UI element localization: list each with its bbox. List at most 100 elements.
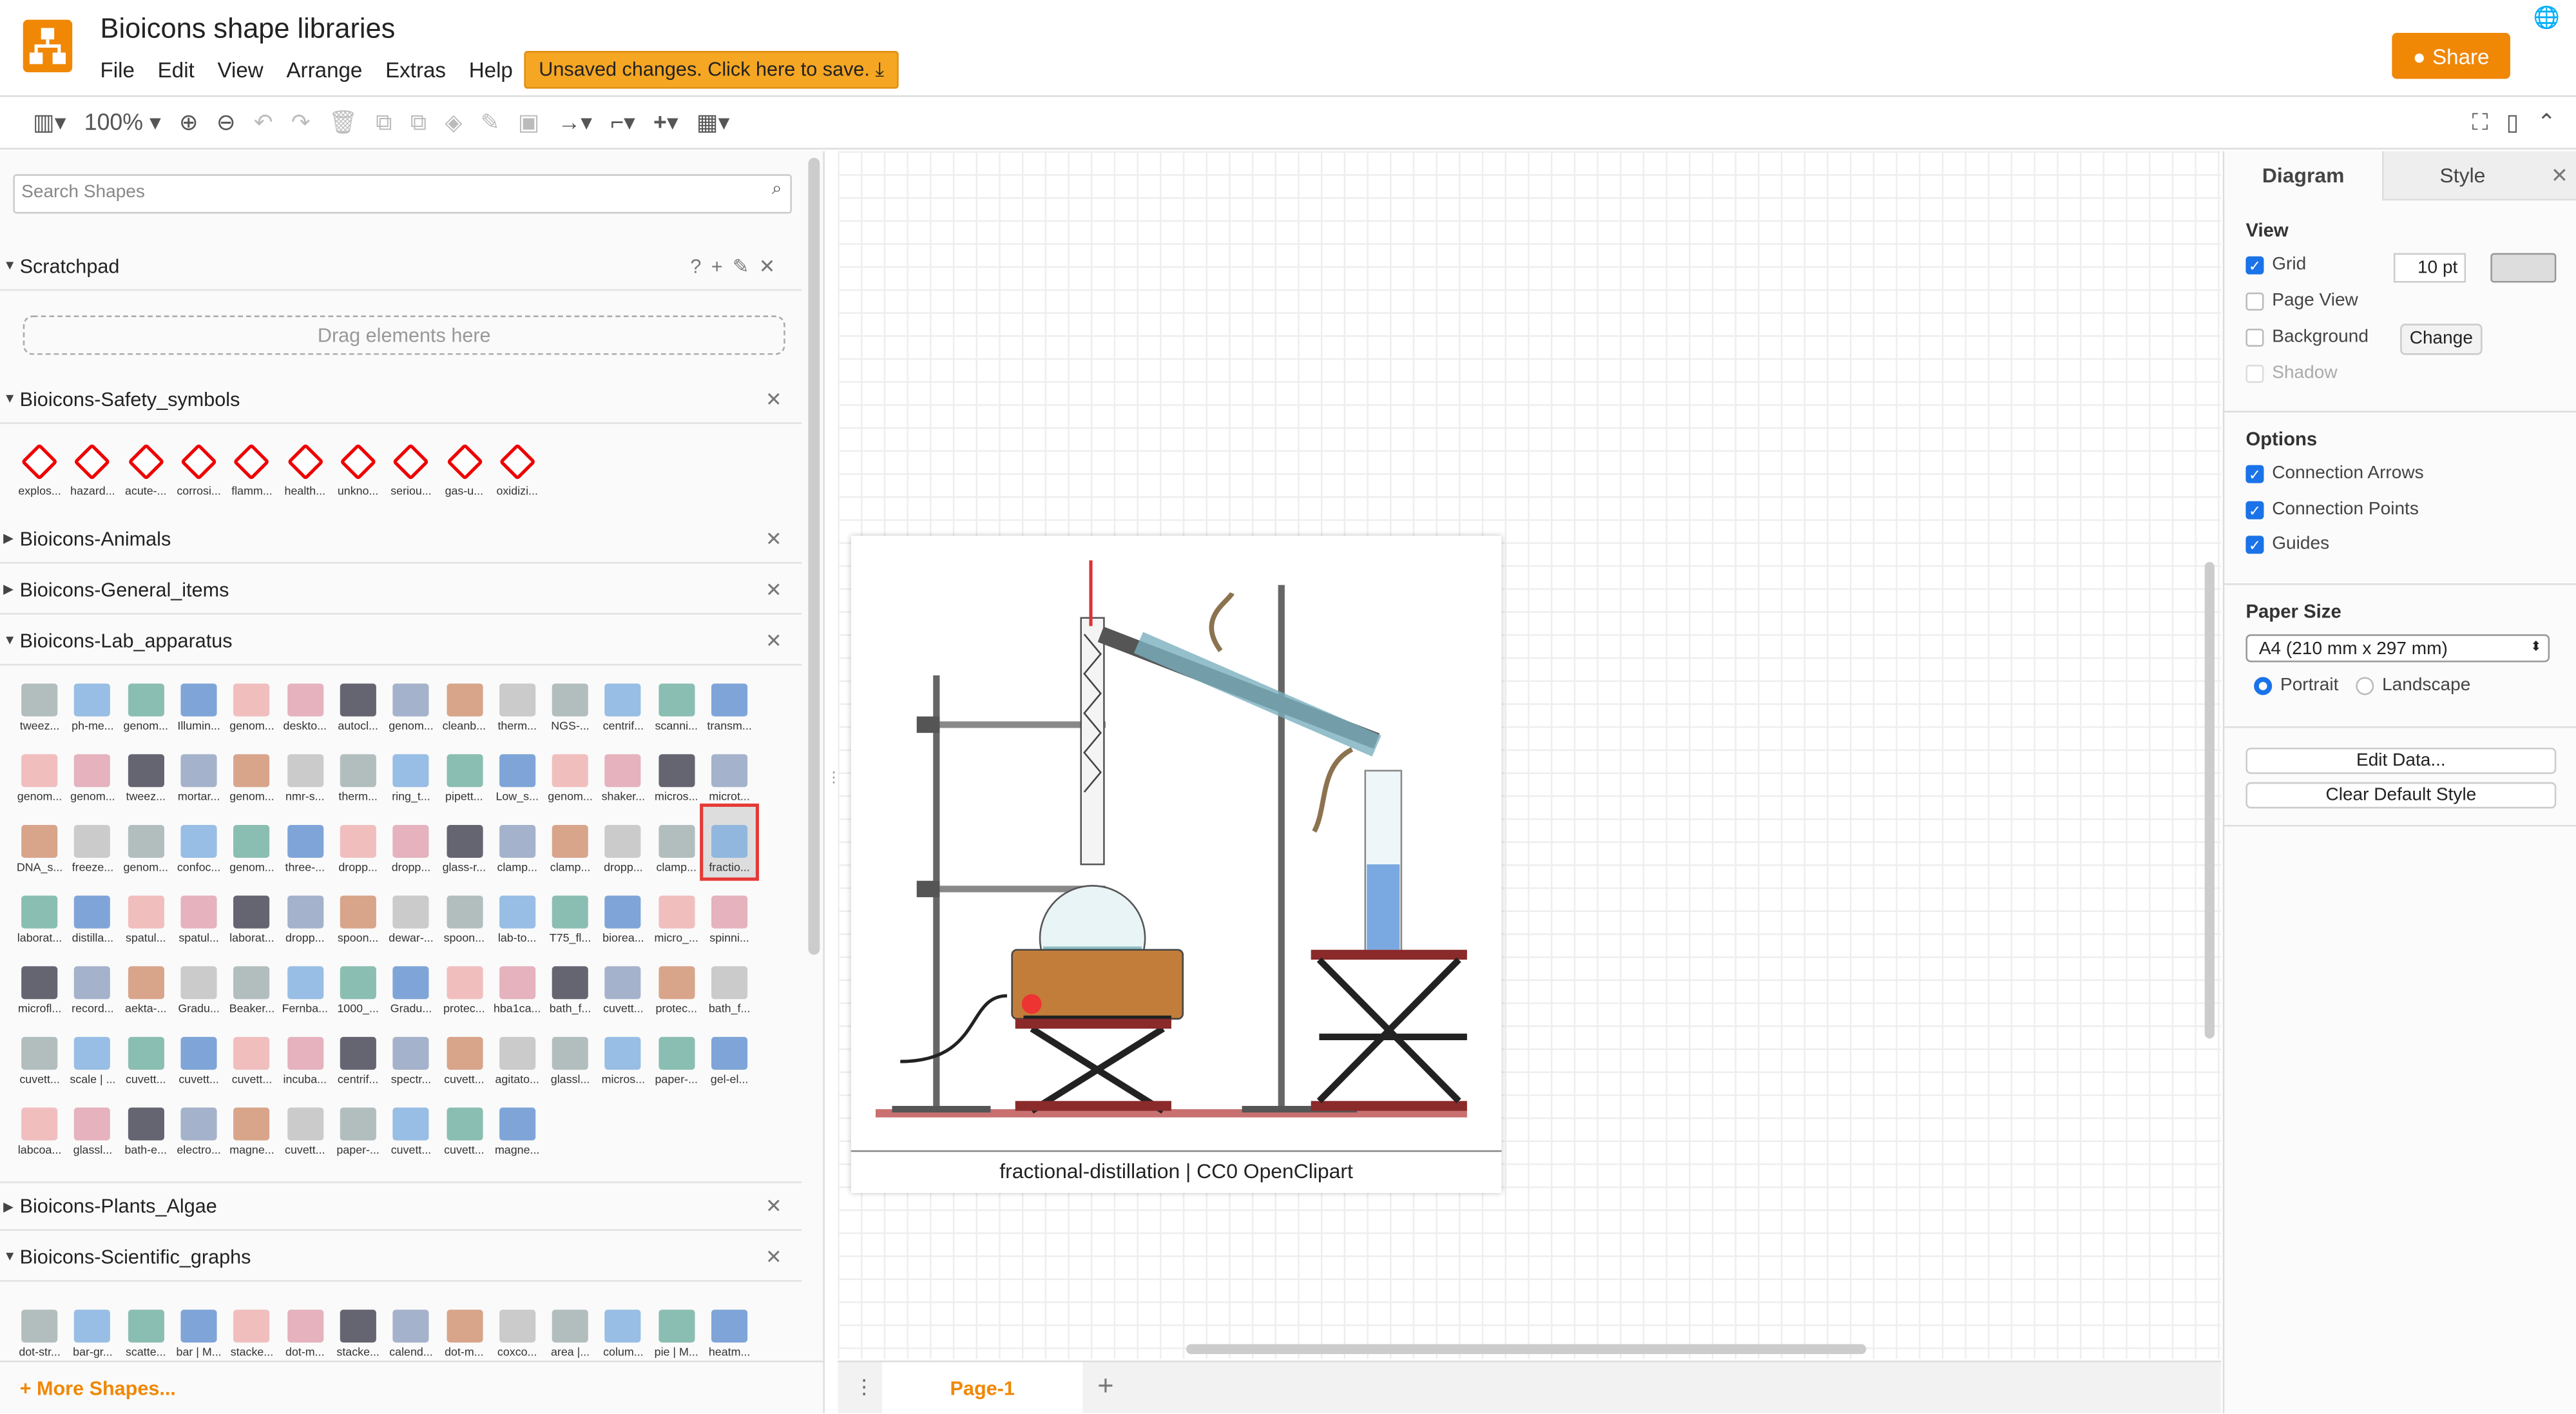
shape-item[interactable]: nmr-s... bbox=[278, 736, 331, 807]
shape-item[interactable]: spoon... bbox=[437, 878, 490, 949]
shape-item[interactable]: record... bbox=[66, 948, 119, 1019]
undo-icon[interactable]: ↶ bbox=[254, 108, 273, 136]
shape-item[interactable]: clamp... bbox=[650, 807, 703, 878]
shape-item[interactable]: 1000_... bbox=[331, 948, 384, 1019]
shape-item[interactable]: clamp... bbox=[491, 807, 544, 878]
to-back-icon[interactable]: ⧉ bbox=[410, 108, 427, 136]
menu-extras[interactable]: Extras bbox=[385, 57, 446, 82]
edit-data-button[interactable]: Edit Data... bbox=[2245, 748, 2557, 774]
shape-item[interactable]: glassl... bbox=[544, 1019, 597, 1090]
shape-item[interactable]: unkno... bbox=[331, 431, 384, 501]
shape-item[interactable]: stacke... bbox=[331, 1292, 384, 1362]
shape-item[interactable]: transm... bbox=[703, 666, 756, 737]
shape-item[interactable]: labcoa... bbox=[13, 1089, 66, 1160]
format-panel-icon[interactable]: ▯ bbox=[2506, 108, 2519, 136]
shape-item[interactable]: cuvett... bbox=[597, 948, 649, 1019]
close-icon[interactable]: ✕ bbox=[765, 387, 782, 410]
shape-item[interactable]: dropp... bbox=[331, 807, 384, 878]
shape-item[interactable]: cuvett... bbox=[119, 1019, 172, 1090]
more-shapes-button[interactable]: + More Shapes... bbox=[0, 1361, 823, 1413]
shadow-icon[interactable]: ▣ bbox=[518, 108, 540, 136]
shape-item[interactable]: tweez... bbox=[119, 736, 172, 807]
delete-icon[interactable]: 🗑 bbox=[329, 108, 358, 136]
search-shapes-input[interactable]: Search Shapes ⌕ bbox=[13, 174, 792, 214]
shape-caption[interactable]: fractional-distillation | CC0 OpenClipar… bbox=[851, 1150, 1502, 1193]
shape-item[interactable]: lab-to... bbox=[491, 878, 544, 949]
grid-checkbox[interactable]: ✓ Grid bbox=[2245, 255, 2306, 275]
shape-item[interactable]: protec... bbox=[437, 948, 490, 1019]
insert-icon[interactable]: +▾ bbox=[653, 108, 678, 136]
shape-item[interactable]: aekta-... bbox=[119, 948, 172, 1019]
shape-item[interactable]: bath_f... bbox=[544, 948, 597, 1019]
shape-item[interactable]: hba1ca... bbox=[491, 948, 544, 1019]
section-general-items[interactable]: ▶ Bioicons-General_items ✕ bbox=[0, 565, 802, 615]
shape-item[interactable]: laborat... bbox=[226, 878, 278, 949]
connection-points-checkbox[interactable]: ✓ Connection Points bbox=[2245, 499, 2419, 519]
tab-style[interactable]: Style bbox=[2382, 151, 2542, 201]
shape-item[interactable]: electro... bbox=[172, 1089, 225, 1160]
shape-item[interactable]: protec... bbox=[650, 948, 703, 1019]
shape-item[interactable]: magne... bbox=[491, 1089, 544, 1160]
shape-item[interactable]: genom... bbox=[119, 807, 172, 878]
search-icon[interactable]: ⌕ bbox=[772, 179, 782, 200]
shape-item[interactable]: agitato... bbox=[491, 1019, 544, 1090]
globe-icon[interactable]: 🌐 bbox=[2533, 5, 2560, 32]
guides-checkbox[interactable]: ✓ Guides bbox=[2245, 534, 2329, 554]
shape-item[interactable]: paper-... bbox=[650, 1019, 703, 1090]
shape-item[interactable]: dropp... bbox=[278, 878, 331, 949]
shape-item[interactable]: confoc... bbox=[172, 807, 225, 878]
grid-color-button[interactable] bbox=[2490, 253, 2557, 283]
shape-item[interactable]: gel-el... bbox=[703, 1019, 756, 1090]
portrait-radio[interactable]: Portrait bbox=[2254, 675, 2338, 695]
shape-item[interactable]: spinni... bbox=[703, 878, 756, 949]
shape-item[interactable]: micros... bbox=[650, 736, 703, 807]
shape-item[interactable]: freeze... bbox=[66, 807, 119, 878]
shape-item[interactable]: dot-m... bbox=[278, 1292, 331, 1362]
redo-icon[interactable]: ↷ bbox=[291, 108, 311, 136]
shape-item[interactable]: genom... bbox=[544, 736, 597, 807]
close-icon[interactable]: ✕ bbox=[765, 628, 782, 652]
document-title[interactable]: Bioicons shape libraries bbox=[101, 13, 396, 46]
shape-item[interactable]: dewar-... bbox=[385, 878, 437, 949]
shape-item[interactable]: autocl... bbox=[331, 666, 384, 737]
to-front-icon[interactable]: ⧉ bbox=[376, 108, 392, 136]
zoom-select[interactable]: 100% ▾ bbox=[84, 108, 161, 136]
shape-item[interactable]: spectr... bbox=[385, 1019, 437, 1090]
fill-color-icon[interactable]: ◈ bbox=[445, 108, 462, 136]
menu-view[interactable]: View bbox=[217, 57, 263, 82]
shape-item[interactable]: microt... bbox=[703, 736, 756, 807]
shape-item[interactable]: dot-m... bbox=[437, 1292, 490, 1362]
shape-item[interactable]: Low_s... bbox=[491, 736, 544, 807]
shape-item[interactable]: genom... bbox=[226, 736, 278, 807]
shape-item[interactable]: pie | M... bbox=[650, 1292, 703, 1362]
collapse-icon[interactable]: ⌃ bbox=[2537, 108, 2556, 136]
shape-item[interactable]: flamm... bbox=[226, 431, 278, 501]
shape-item[interactable]: cleanb... bbox=[437, 666, 490, 737]
shape-item[interactable]: genom... bbox=[226, 666, 278, 737]
shape-item[interactable]: Illumin... bbox=[172, 666, 225, 737]
diagram-canvas[interactable]: fractional-distillation | CC0 OpenClipar… bbox=[838, 151, 2222, 1359]
shape-item[interactable]: genom... bbox=[13, 736, 66, 807]
section-lab-apparatus[interactable]: ▼ Bioicons-Lab_apparatus ✕ bbox=[0, 616, 802, 666]
paper-size-select[interactable]: A4 (210 mm x 297 mm) ⬍ bbox=[2245, 634, 2550, 663]
shape-item[interactable]: acute-... bbox=[119, 431, 172, 501]
section-animals[interactable]: ▶ Bioicons-Animals ✕ bbox=[0, 514, 802, 564]
shape-item[interactable]: dropp... bbox=[385, 807, 437, 878]
shape-item[interactable]: colum... bbox=[597, 1292, 649, 1362]
shape-item[interactable]: magne... bbox=[226, 1089, 278, 1160]
shape-item[interactable]: Gradu... bbox=[385, 948, 437, 1019]
shape-item[interactable]: glass-r... bbox=[437, 807, 490, 878]
shape-item[interactable]: bar-gr... bbox=[66, 1292, 119, 1362]
shape-item[interactable]: heatm... bbox=[703, 1292, 756, 1362]
vertical-scrollbar[interactable] bbox=[2204, 561, 2215, 1039]
shape-item[interactable]: Fernba... bbox=[278, 948, 331, 1019]
shape-item[interactable]: microfl... bbox=[13, 948, 66, 1019]
shape-item[interactable]: clamp... bbox=[544, 807, 597, 878]
shape-item[interactable]: seriou... bbox=[385, 431, 437, 501]
shadow-checkbox[interactable]: Shadow bbox=[2245, 363, 2338, 383]
shape-item[interactable]: therm... bbox=[491, 666, 544, 737]
section-scientific-graphs[interactable]: ▼ Bioicons-Scientific_graphs ✕ bbox=[0, 1232, 802, 1282]
shape-item[interactable]: spoon... bbox=[331, 878, 384, 949]
close-icon[interactable]: ✕ bbox=[765, 577, 782, 601]
shape-item[interactable]: explos... bbox=[13, 431, 66, 501]
